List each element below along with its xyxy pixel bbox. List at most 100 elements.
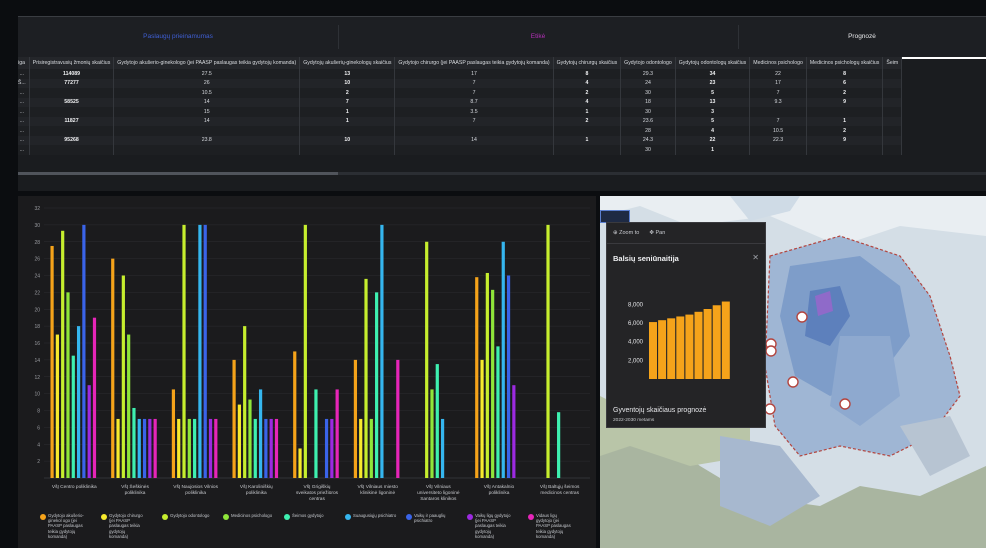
table-row[interactable]: VšĮ ...1513.51303 (18, 107, 903, 117)
table-cell: 7 (749, 88, 807, 98)
col-header[interactable]: Gydytojų chirurgų skaičius (553, 57, 622, 69)
table-row[interactable]: VšĮ ...9526823.81014124.32222.39 (18, 135, 903, 145)
table-cell (806, 107, 884, 117)
table-cell: VšĮ Š... (18, 78, 30, 88)
y-tick-label: 4 (37, 442, 40, 448)
table-cell: VšĮ ... (18, 126, 30, 136)
tab-forecast[interactable]: Prognozė (738, 17, 986, 59)
table-row[interactable]: VšĮ ...118271417223.6571 (18, 116, 903, 126)
y-tick-label: 14 (34, 358, 40, 364)
legend-label[interactable]: Gydytojo odontologo (170, 513, 214, 518)
scrollbar-thumb[interactable] (18, 172, 338, 175)
bar (380, 224, 384, 478)
table-cell: 10.5 (749, 126, 807, 136)
table-cell: 7 (394, 88, 554, 98)
table-cell: 18 (620, 97, 676, 107)
col-header[interactable]: Gydytojų odontologų skaičius (675, 57, 751, 69)
table-cell: 30 (620, 107, 676, 117)
bar (237, 404, 241, 478)
x-tick-label: VšĮ Vilniaus miesto (357, 484, 398, 490)
table-cell: 1 (675, 145, 751, 155)
pan-action[interactable]: ✥ Pan (649, 230, 665, 236)
table-cell: 77277 (29, 78, 115, 88)
bar (369, 418, 373, 478)
legend-label[interactable]: Vidaus ligų gydytojo (jei PAASP paslauga… (536, 513, 572, 539)
bar (142, 418, 147, 478)
table-cell (882, 97, 903, 107)
bar (198, 224, 202, 478)
bar (324, 418, 329, 478)
tab-accessibility[interactable]: Paslaugų prieinamumas (18, 17, 338, 57)
bar (177, 418, 181, 478)
table-cell: 23.8 (113, 135, 301, 145)
bar (485, 272, 489, 478)
bar (364, 278, 368, 478)
table-row[interactable]: VšĮ ...11408927.51317829.334228 (18, 69, 903, 79)
legend-label[interactable]: Suaugusiųjų psichiatro (353, 513, 397, 518)
map-popup: ⊕ Zoom to ✥ Pan Balsių seniūnaitija ✕ 8,… (606, 222, 766, 428)
col-header[interactable]: Prisiregistravusių žmonių skaičius (29, 57, 115, 69)
table-cell: 14 (113, 116, 301, 126)
popup-bar (685, 314, 694, 379)
legend-swatch (467, 514, 473, 520)
bar (314, 389, 318, 478)
col-header[interactable]: Gydytojų akušerių-ginekologų skaičius (299, 57, 396, 69)
legend-label[interactable]: Medicinos psichologo (231, 513, 275, 518)
bar (76, 326, 81, 478)
table-panel: Paslaugų prieinamumas Etikė Prognozė Įst… (18, 16, 986, 191)
table-row[interactable]: VšĮ ... 301 (18, 145, 903, 155)
bar (137, 418, 141, 478)
tab-queue[interactable]: Etikė (338, 17, 738, 57)
legend-label[interactable]: Vaikų ligų gydytojo (jei PAASP paslaugas… (475, 513, 511, 539)
legend-label[interactable]: Vaikų ir paauglių psichiatro (414, 513, 458, 523)
table-cell: 17 (749, 78, 807, 88)
legend-label[interactable]: Šeimos gydytojo (292, 513, 336, 518)
table-cell (394, 126, 554, 136)
map-panel[interactable]: ⊕ Zoom to ✥ Pan Balsių seniūnaitija ✕ 8,… (600, 196, 986, 548)
app-frame: Paslaugų prieinamumas Etikė Prognozė Įst… (0, 0, 986, 548)
y-tick-label: 30 (34, 223, 40, 229)
table-cell: 30 (620, 145, 676, 155)
table-cell (553, 126, 622, 136)
table-row[interactable]: VšĮ Š...772772610742423176 (18, 78, 903, 88)
table-row[interactable]: VšĮ ...585251478.7418139.39 (18, 97, 903, 107)
popup-title: Balsių seniūnaitija (613, 254, 679, 263)
col-header[interactable]: Gydytojo chirurgo (jei PAASP paslaugas t… (394, 57, 554, 69)
table-cell (882, 135, 903, 145)
table-cell: 6 (806, 78, 884, 88)
table-cell: 30 (620, 88, 676, 98)
table-cell: 1 (299, 116, 396, 126)
popup-bar (694, 311, 703, 379)
table-cell: 2 (553, 116, 622, 126)
zoom-to-action[interactable]: ⊕ Zoom to (613, 230, 639, 236)
close-icon[interactable]: ✕ (752, 253, 759, 262)
bar (87, 385, 91, 478)
col-header[interactable]: Įstaiga (18, 57, 30, 69)
x-tick-label: VšĮ Centro poliklinika (52, 484, 97, 490)
col-header[interactable]: Medicinos psichologo (749, 57, 807, 69)
legend-label[interactable]: Gydytojo chirurgo (jei PAASP paslaugas t… (109, 513, 145, 539)
x-tick-label: medicinos centras (540, 490, 579, 496)
popup-bar-chart: 8,000 6,000 4,000 2,000 (628, 301, 730, 379)
col-header[interactable]: Gydytojo akušerio-ginekologo (jei PAASP … (113, 57, 301, 69)
y-tick-label: 12 (34, 375, 40, 381)
popup-bar (703, 309, 712, 379)
col-header[interactable]: Gydytojo odontologo (620, 57, 676, 69)
col-header[interactable]: Šeim (882, 57, 903, 69)
popup-actions: ⊕ Zoom to ✥ Pan (607, 223, 765, 244)
table-cell (394, 145, 554, 155)
legend-swatch (101, 514, 107, 520)
table-row[interactable]: VšĮ ... 28410.52 (18, 126, 903, 136)
popup-bar (721, 301, 730, 379)
horizontal-scrollbar[interactable] (18, 172, 986, 175)
col-header[interactable]: Medicinos psichologų skaičius (806, 57, 884, 69)
bar (132, 407, 136, 478)
legend-label[interactable]: Gydytojo akušerio-ginekol ogo (jei PAASP… (48, 513, 84, 539)
table-cell: 3.5 (394, 107, 554, 117)
table-cell: 34 (675, 69, 751, 79)
table-cell: VšĮ ... (18, 69, 30, 79)
legend-swatch (284, 514, 290, 520)
table-cell: 8 (806, 69, 884, 79)
table-row[interactable]: VšĮ ...10.527230572 (18, 88, 903, 98)
legend-swatch (406, 514, 412, 520)
